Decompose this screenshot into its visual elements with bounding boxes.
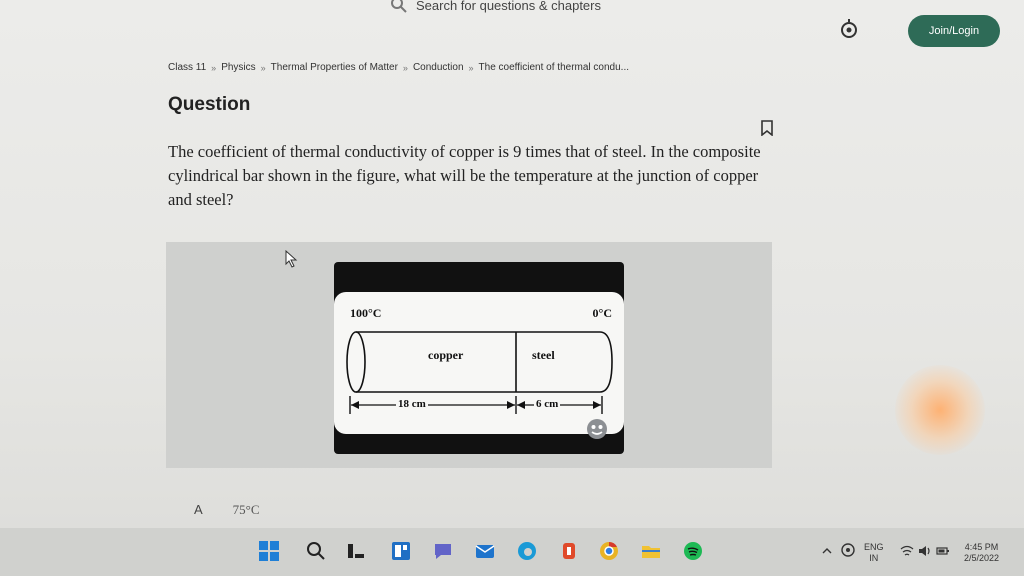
breadcrumb-item-current: The coefficient of thermal condu... xyxy=(478,62,630,73)
steel-length-label: 6 cm xyxy=(534,398,561,410)
watermark-badge-icon xyxy=(586,418,608,440)
breadcrumb-item-subject[interactable]: Physics xyxy=(221,62,255,73)
region-code: IN xyxy=(869,553,879,563)
copper-segment-label: copper xyxy=(428,348,464,362)
arrowhead-copper-left xyxy=(351,401,359,409)
clock[interactable]: 4:45 PM 2/5/2022 xyxy=(964,542,999,564)
breadcrumb-separator: » xyxy=(211,62,217,73)
breadcrumb-item-topic[interactable]: Conduction xyxy=(413,62,464,73)
taskbar: ENG IN 4:45 PM 2/5/2022 xyxy=(0,528,1024,576)
onedrive-icon[interactable] xyxy=(840,542,856,558)
breadcrumb-separator: » xyxy=(402,62,408,73)
chat-icon[interactable] xyxy=(432,540,454,562)
alert-icon[interactable] xyxy=(838,18,860,40)
cursor-icon xyxy=(284,249,298,268)
breadcrumb: Class 11 » Physics » Thermal Properties … xyxy=(168,62,629,73)
option-a[interactable]: A 75°C xyxy=(194,502,260,518)
volume-icon[interactable] xyxy=(918,544,932,558)
breadcrumb-item-class[interactable]: Class 11 xyxy=(168,62,206,73)
clock-time: 4:45 PM xyxy=(964,542,999,552)
windows-start-icon[interactable] xyxy=(258,540,280,562)
left-temperature-label: 100°C xyxy=(350,306,382,320)
right-temperature-label: 0°C xyxy=(592,306,612,320)
file-explorer-icon[interactable] xyxy=(640,540,662,562)
clock-date: 2/5/2022 xyxy=(964,553,1000,563)
language-code: ENG xyxy=(864,542,884,552)
tray-chevron-up-icon[interactable] xyxy=(820,544,834,558)
copper-length-label: 18 cm xyxy=(396,398,428,410)
widgets-icon[interactable] xyxy=(390,540,412,562)
option-letter: A xyxy=(194,502,203,517)
steel-segment-label: steel xyxy=(532,348,555,362)
join-login-button[interactable]: Join/Login xyxy=(908,15,1000,47)
search-icon[interactable] xyxy=(390,0,408,14)
question-text: The coefficient of thermal conductivity … xyxy=(168,142,761,209)
chrome-icon[interactable] xyxy=(598,540,620,562)
spotify-icon[interactable] xyxy=(682,540,704,562)
taskbar-search-icon[interactable] xyxy=(305,540,327,562)
screen-glare xyxy=(895,365,985,455)
search-placeholder[interactable]: Search for questions & chapters xyxy=(416,0,601,13)
question-heading: Question xyxy=(168,94,251,115)
bookmark-icon[interactable] xyxy=(760,120,774,137)
cylinder-body xyxy=(356,331,613,393)
option-value: 75°C xyxy=(232,502,260,517)
breadcrumb-item-chapter[interactable]: Thermal Properties of Matter xyxy=(271,62,398,73)
mail-icon[interactable] xyxy=(474,540,496,562)
breadcrumb-separator: » xyxy=(260,62,266,73)
cylinder-drawing xyxy=(346,331,613,414)
language-indicator[interactable]: ENG IN xyxy=(864,542,884,564)
arrowhead-copper-right xyxy=(507,401,515,409)
task-view-icon[interactable] xyxy=(345,540,367,562)
arrowhead-steel-right xyxy=(593,401,601,409)
office-icon[interactable] xyxy=(558,540,580,562)
question-figure: 100°C 0°C copper steel 18 cm 6 cm xyxy=(166,242,772,468)
search-bar[interactable]: Search for questions & chapters xyxy=(390,0,690,20)
browser-screen: Search for questions & chapters Join/Log… xyxy=(0,0,1024,576)
battery-icon[interactable] xyxy=(936,544,950,558)
wifi-icon[interactable] xyxy=(900,544,914,558)
diagram-canvas: 100°C 0°C copper steel 18 cm 6 cm xyxy=(334,292,624,439)
breadcrumb-separator: » xyxy=(468,62,474,73)
arrowhead-steel-left xyxy=(517,401,525,409)
edge-browser-icon[interactable] xyxy=(516,540,538,562)
top-bar: Search for questions & chapters Join/Log… xyxy=(0,0,1024,52)
cylinder-left-end xyxy=(346,331,366,393)
bar-diagram: 100°C 0°C copper steel 18 cm 6 cm xyxy=(334,262,624,454)
